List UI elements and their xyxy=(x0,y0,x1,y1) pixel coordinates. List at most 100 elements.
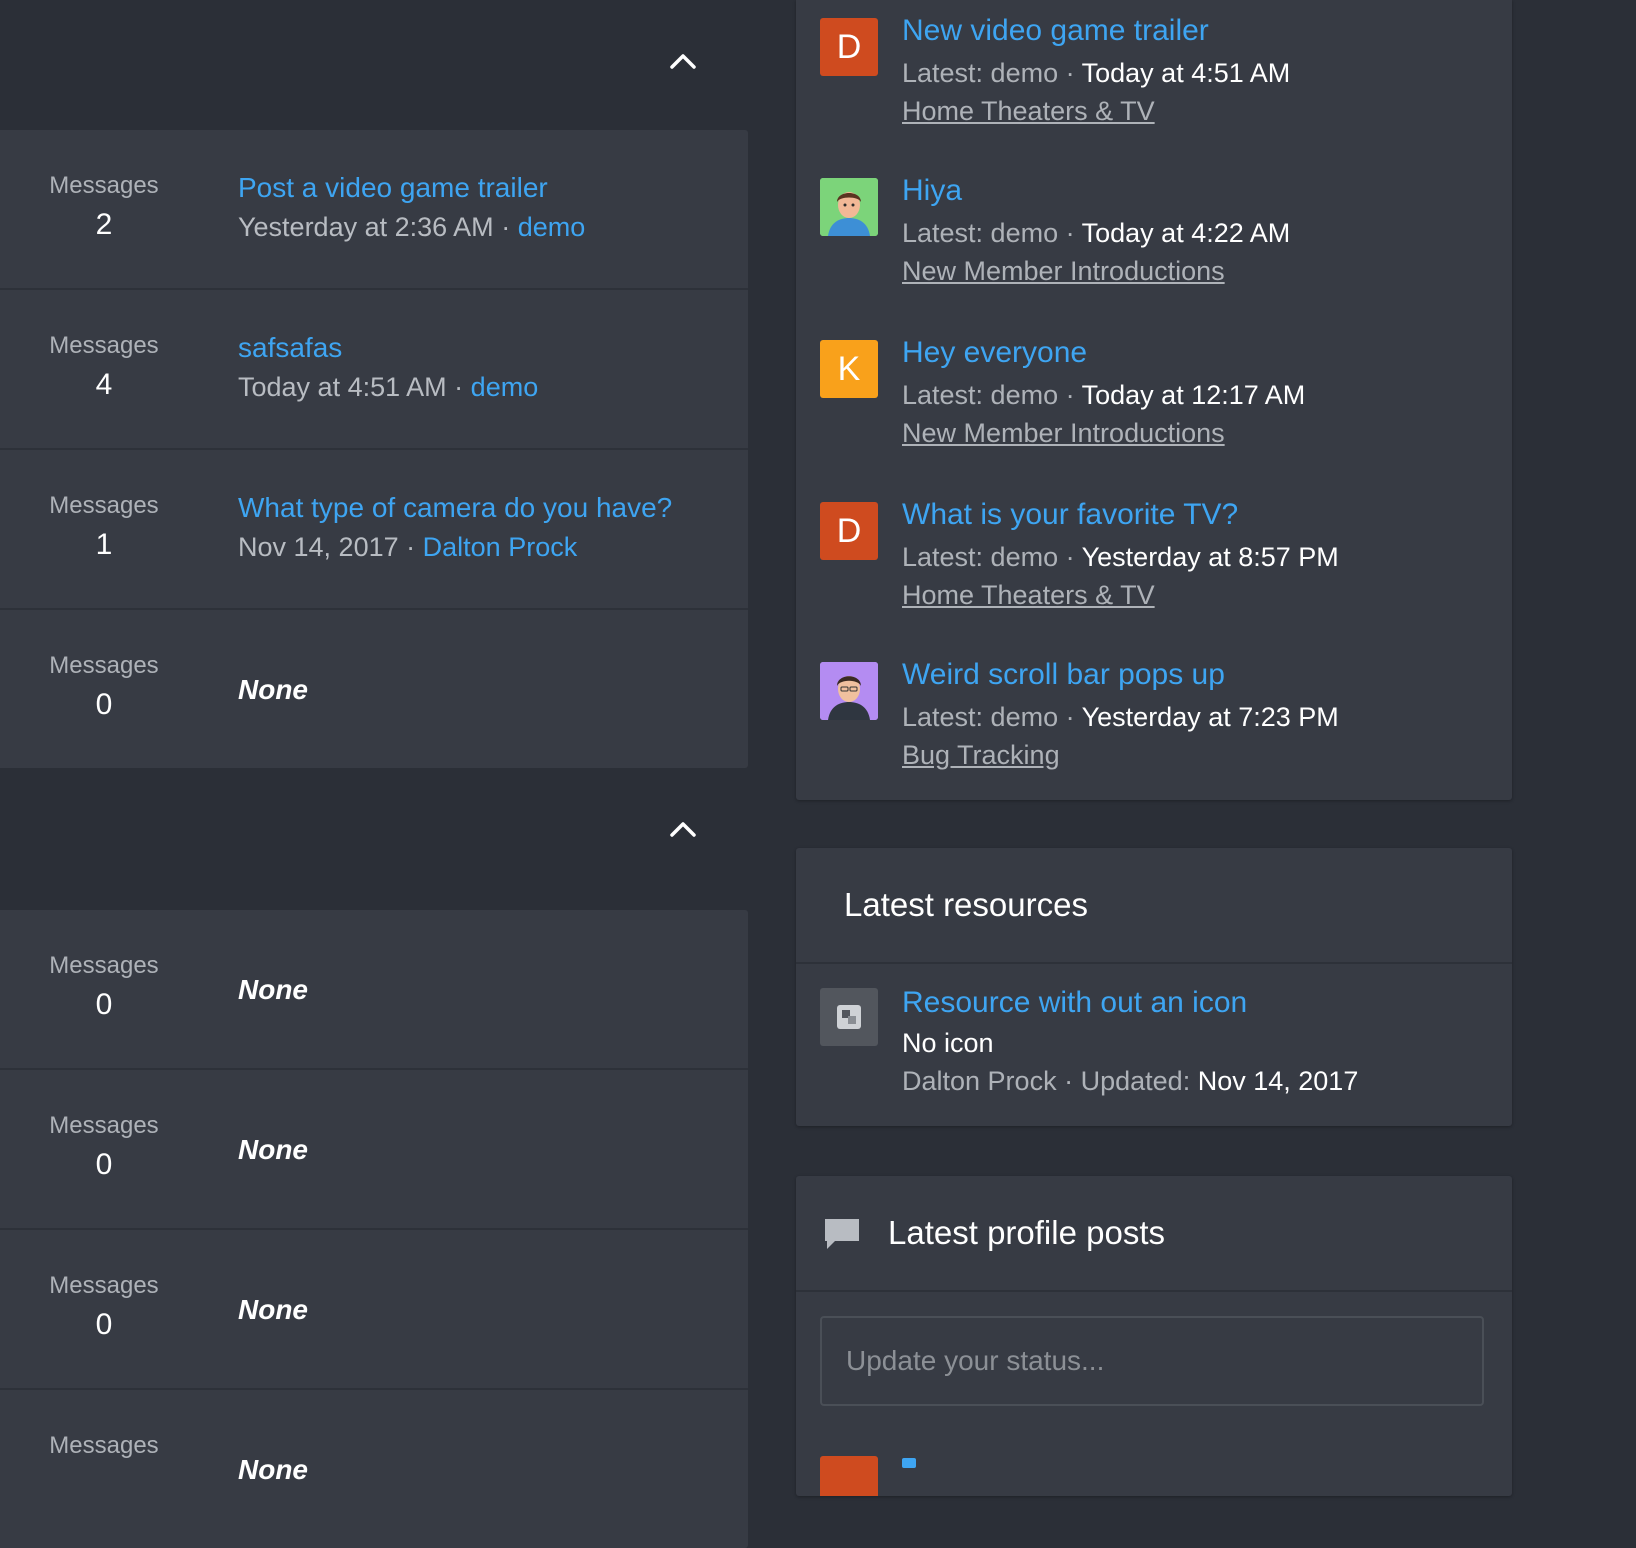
avatar[interactable]: D xyxy=(820,502,878,560)
profile-post-link[interactable] xyxy=(902,1458,916,1468)
forum-node: Messages 0 None xyxy=(0,1230,748,1390)
thread-title-link[interactable]: Weird scroll bar pops up xyxy=(902,658,1225,692)
person-avatar-icon xyxy=(820,178,878,236)
messages-count: 0 xyxy=(95,688,113,721)
thread-title-link[interactable]: Hey everyone xyxy=(902,336,1087,370)
separator: · xyxy=(406,532,416,562)
resource-tagline: No icon xyxy=(902,1028,994,1058)
latest-time: Today at 4:22 AM xyxy=(1081,218,1291,248)
latest-resources-panel: Latest resources Resource with out an ic… xyxy=(796,848,1512,1126)
messages-label: Messages xyxy=(49,332,159,359)
resource-title-link[interactable]: Resource with out an icon xyxy=(902,986,1247,1020)
latest-prefix: Latest: demo xyxy=(902,58,1059,88)
messages-count: 4 xyxy=(95,368,113,401)
node-list: Messages 2 Post a video game trailer Yes… xyxy=(0,0,748,1548)
latest-prefix: Latest: demo xyxy=(902,542,1059,572)
thread-item: K Hey everyone Latest: demo · Today at 1… xyxy=(796,322,1512,482)
resource-author: Dalton Prock xyxy=(902,1066,1057,1096)
latest-prefix: Latest: demo xyxy=(902,380,1059,410)
last-post-user-link[interactable]: demo xyxy=(518,212,586,242)
node-stats: Messages xyxy=(0,1432,208,1468)
thread-title-link[interactable]: What is your favorite TV? xyxy=(902,498,1238,532)
separator: · xyxy=(501,212,511,242)
thread-item: Hiya Latest: demo · Today at 4:22 AM New… xyxy=(796,160,1512,320)
panel-header: Latest resources xyxy=(796,848,1512,964)
last-post-title-link[interactable]: What type of camera do you have? xyxy=(238,492,672,524)
thread-forum-link[interactable]: Home Theaters & TV xyxy=(902,96,1155,127)
node-stats: Messages 0 xyxy=(0,652,208,722)
latest-threads-panel: D New video game trailer Latest: demo · … xyxy=(796,0,1512,800)
avatar[interactable] xyxy=(820,178,878,236)
sidebar: D New video game trailer Latest: demo · … xyxy=(796,0,1512,1496)
messages-count: 0 xyxy=(95,1148,113,1181)
latest-profile-posts-panel: Latest profile posts xyxy=(796,1176,1512,1496)
thread-forum-link[interactable]: New Member Introductions xyxy=(902,256,1225,287)
collapse-category-button[interactable] xyxy=(666,814,700,844)
collapse-category-button[interactable] xyxy=(666,46,700,76)
messages-label: Messages xyxy=(49,652,159,679)
messages-label: Messages xyxy=(49,172,159,199)
avatar[interactable] xyxy=(820,662,878,720)
comment-icon xyxy=(825,1219,859,1249)
avatar-letter: K xyxy=(837,349,861,388)
node-stats: Messages 0 xyxy=(0,1272,208,1342)
thread-forum-link[interactable]: Home Theaters & TV xyxy=(902,580,1155,611)
messages-label: Messages xyxy=(49,1112,159,1139)
thread-title-link[interactable]: New video game trailer xyxy=(902,14,1209,48)
latest-prefix: Latest: demo xyxy=(902,218,1059,248)
last-post-meta: Nov 14, 2017 · Dalton Prock xyxy=(238,532,672,563)
latest-time: Yesterday at 8:57 PM xyxy=(1081,542,1339,572)
node-last-post: What type of camera do you have? Nov 14,… xyxy=(238,492,672,563)
node-last-post: safsafas Today at 4:51 AM · demo xyxy=(238,332,538,403)
updated-label: Updated: xyxy=(1080,1066,1191,1096)
last-post-meta: Yesterday at 2:36 AM · demo xyxy=(238,212,585,243)
forum-node: Messages 0 None xyxy=(0,610,748,768)
separator: · xyxy=(1065,218,1075,248)
avatar-letter: D xyxy=(836,27,862,66)
messages-count: 2 xyxy=(95,208,113,241)
avatar[interactable] xyxy=(820,1456,878,1496)
forum-node: Messages 2 Post a video game trailer Yes… xyxy=(0,130,748,290)
last-post-title-link[interactable]: Post a video game trailer xyxy=(238,172,585,204)
node-stats: Messages 4 xyxy=(0,332,208,402)
messages-count: 0 xyxy=(95,1308,113,1341)
person-avatar-icon xyxy=(820,662,878,720)
avatar[interactable]: K xyxy=(820,340,878,398)
avatar[interactable]: D xyxy=(820,18,878,76)
avatar-letter: D xyxy=(836,511,862,550)
no-last-post: None xyxy=(238,974,308,1005)
panel-title: Latest resources xyxy=(844,886,1088,923)
messages-label: Messages xyxy=(49,1272,159,1299)
messages-count: 1 xyxy=(95,528,113,561)
messages-label: Messages xyxy=(49,952,159,979)
no-last-post: None xyxy=(238,674,308,705)
thread-latest: Latest: demo · Today at 12:17 AM xyxy=(902,380,1305,411)
forum-node: Messages 0 None xyxy=(0,1070,748,1230)
node-stats: Messages 0 xyxy=(0,952,208,1022)
category-block-1: Messages 2 Post a video game trailer Yes… xyxy=(0,130,748,768)
no-last-post: None xyxy=(238,1454,308,1485)
latest-time: Yesterday at 7:23 PM xyxy=(1081,702,1339,732)
latest-time: Today at 4:51 AM xyxy=(1081,58,1291,88)
thread-title-link[interactable]: Hiya xyxy=(902,174,962,208)
messages-count: 0 xyxy=(95,988,113,1021)
messages-label: Messages xyxy=(49,1432,159,1459)
separator: · xyxy=(1064,1066,1074,1096)
thread-forum-link[interactable]: New Member Introductions xyxy=(902,418,1225,449)
last-post-user-link[interactable]: Dalton Prock xyxy=(423,532,578,562)
thread-latest: Latest: demo · Today at 4:51 AM xyxy=(902,58,1290,89)
last-post-title-link[interactable]: safsafas xyxy=(238,332,538,364)
thread-forum-link[interactable]: Bug Tracking xyxy=(902,740,1060,771)
node-stats: Messages 1 xyxy=(0,492,208,562)
last-post-user-link[interactable]: demo xyxy=(471,372,539,402)
status-input[interactable] xyxy=(820,1316,1484,1406)
resource-date: Nov 14, 2017 xyxy=(1197,1066,1359,1096)
separator: · xyxy=(454,372,464,402)
panel-header: Latest profile posts xyxy=(796,1176,1512,1292)
resource-placeholder-icon[interactable] xyxy=(820,988,878,1046)
thread-item: D What is your favorite TV? Latest: demo… xyxy=(796,484,1512,644)
last-post-date: Today at 4:51 AM xyxy=(238,372,447,402)
forum-node: Messages 0 None xyxy=(0,910,748,1070)
category-block-2: Messages 0 None Messages 0 None Messages… xyxy=(0,910,748,1548)
chevron-up-icon xyxy=(670,822,696,837)
